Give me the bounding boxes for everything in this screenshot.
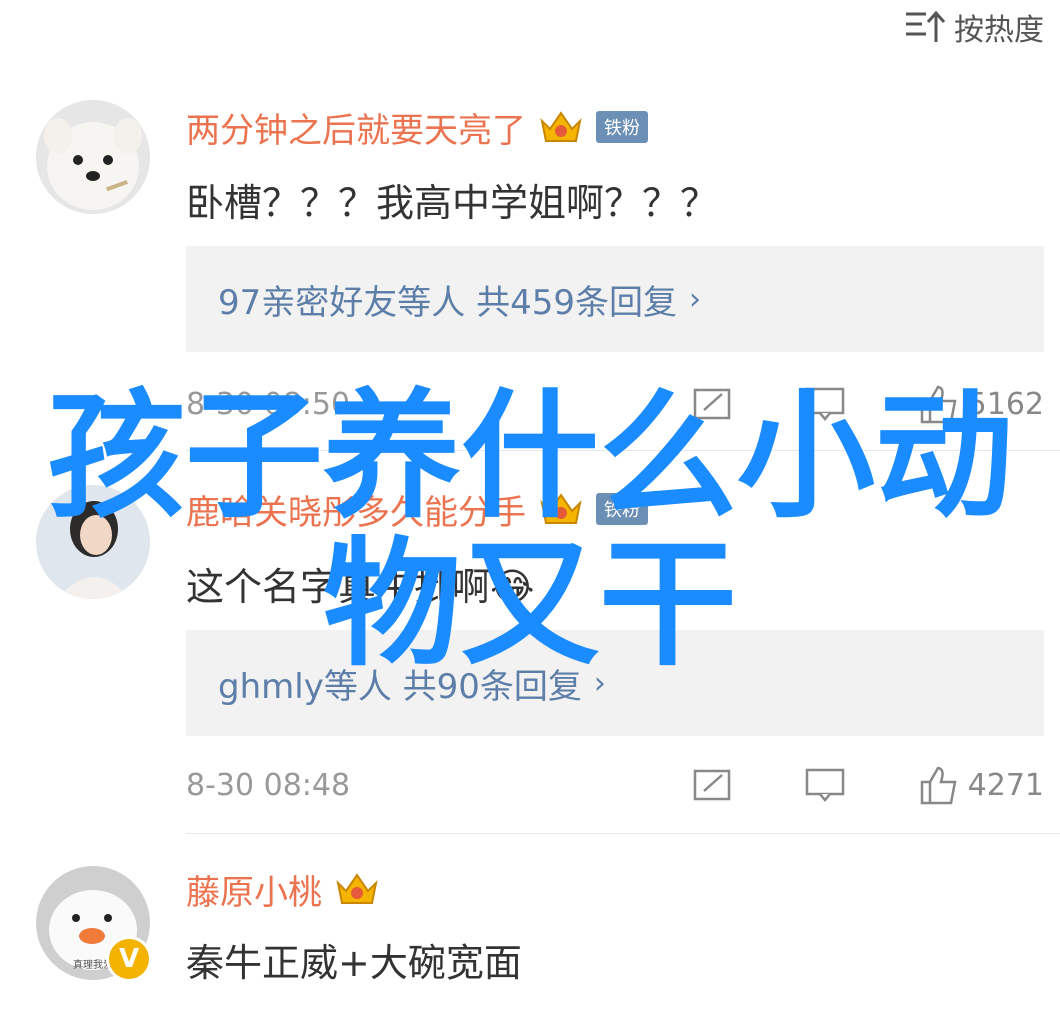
woman-avatar-image — [36, 485, 150, 599]
comment-actions: 4271 — [692, 765, 1044, 805]
repost-button[interactable] — [692, 767, 732, 803]
sort-icon — [906, 10, 946, 42]
like-count: 5162 — [967, 386, 1044, 422]
thumbs-up-icon — [920, 385, 957, 424]
like-button[interactable]: 4271 — [918, 765, 1044, 805]
crown-icon — [540, 111, 582, 142]
like-count: 4271 — [967, 767, 1044, 803]
replies-link[interactable]: 97亲密好友等人 共459条回复 › — [186, 246, 1044, 352]
comment-text: 卧槽？？？我高中学姐啊？？？ — [186, 181, 719, 225]
chevron-right-icon: › — [593, 665, 606, 701]
dog-avatar-image — [36, 100, 150, 214]
reply-summary: 97亲密好友等人 共459条回复 — [218, 282, 677, 323]
repost-icon — [693, 388, 730, 420]
comment-meta: 8-30 08:50 5162 — [186, 374, 1044, 434]
comment-icon — [805, 768, 844, 802]
divider — [186, 450, 1060, 451]
avatar[interactable] — [36, 100, 150, 214]
fan-badge: 铁粉 — [596, 493, 648, 525]
chevron-right-icon: › — [688, 281, 701, 317]
comment-icon — [805, 387, 844, 421]
replies-link[interactable]: ghmly等人 共90条回复 › — [186, 630, 1044, 736]
laughing-emoji-icon: 😂 — [490, 565, 535, 609]
comment-text-body: 这个名字真牛批啊 — [186, 565, 491, 609]
comment-text: 秦牛正威+大碗宽面 — [186, 941, 522, 985]
comment-time: 8-30 08:50 — [186, 386, 351, 422]
repost-button[interactable] — [692, 386, 732, 422]
avatar[interactable]: 真理我爱 V — [36, 866, 152, 982]
comment-actions: 5162 — [692, 384, 1044, 424]
sort-label: 按热度 — [954, 13, 1044, 48]
reply-button[interactable] — [804, 386, 846, 422]
like-button[interactable]: 5162 — [918, 384, 1044, 424]
username[interactable]: 藤原小桃 — [186, 865, 322, 914]
comment-meta: 8-30 08:48 4271 — [186, 755, 1044, 815]
thumbs-up-icon — [920, 766, 957, 805]
crown-icon — [336, 873, 378, 904]
divider — [186, 833, 1060, 834]
sort-by-hot-button[interactable]: 按热度 — [904, 4, 1044, 50]
comment-time: 8-30 08:48 — [186, 767, 351, 803]
avatar[interactable] — [36, 485, 150, 599]
username[interactable]: 两分钟之后就要天亮了 — [186, 103, 526, 152]
username[interactable]: 鹿晗关晓彤多久能分手 — [186, 485, 526, 534]
comment-text: 这个名字真牛批啊😂 — [186, 556, 534, 611]
verified-badge-icon: V — [106, 936, 152, 982]
crown-icon — [540, 493, 582, 524]
repost-icon — [693, 769, 730, 801]
reply-button[interactable] — [804, 767, 846, 803]
fan-badge: 铁粉 — [596, 111, 648, 143]
reply-summary: ghmly等人 共90条回复 — [218, 666, 582, 707]
